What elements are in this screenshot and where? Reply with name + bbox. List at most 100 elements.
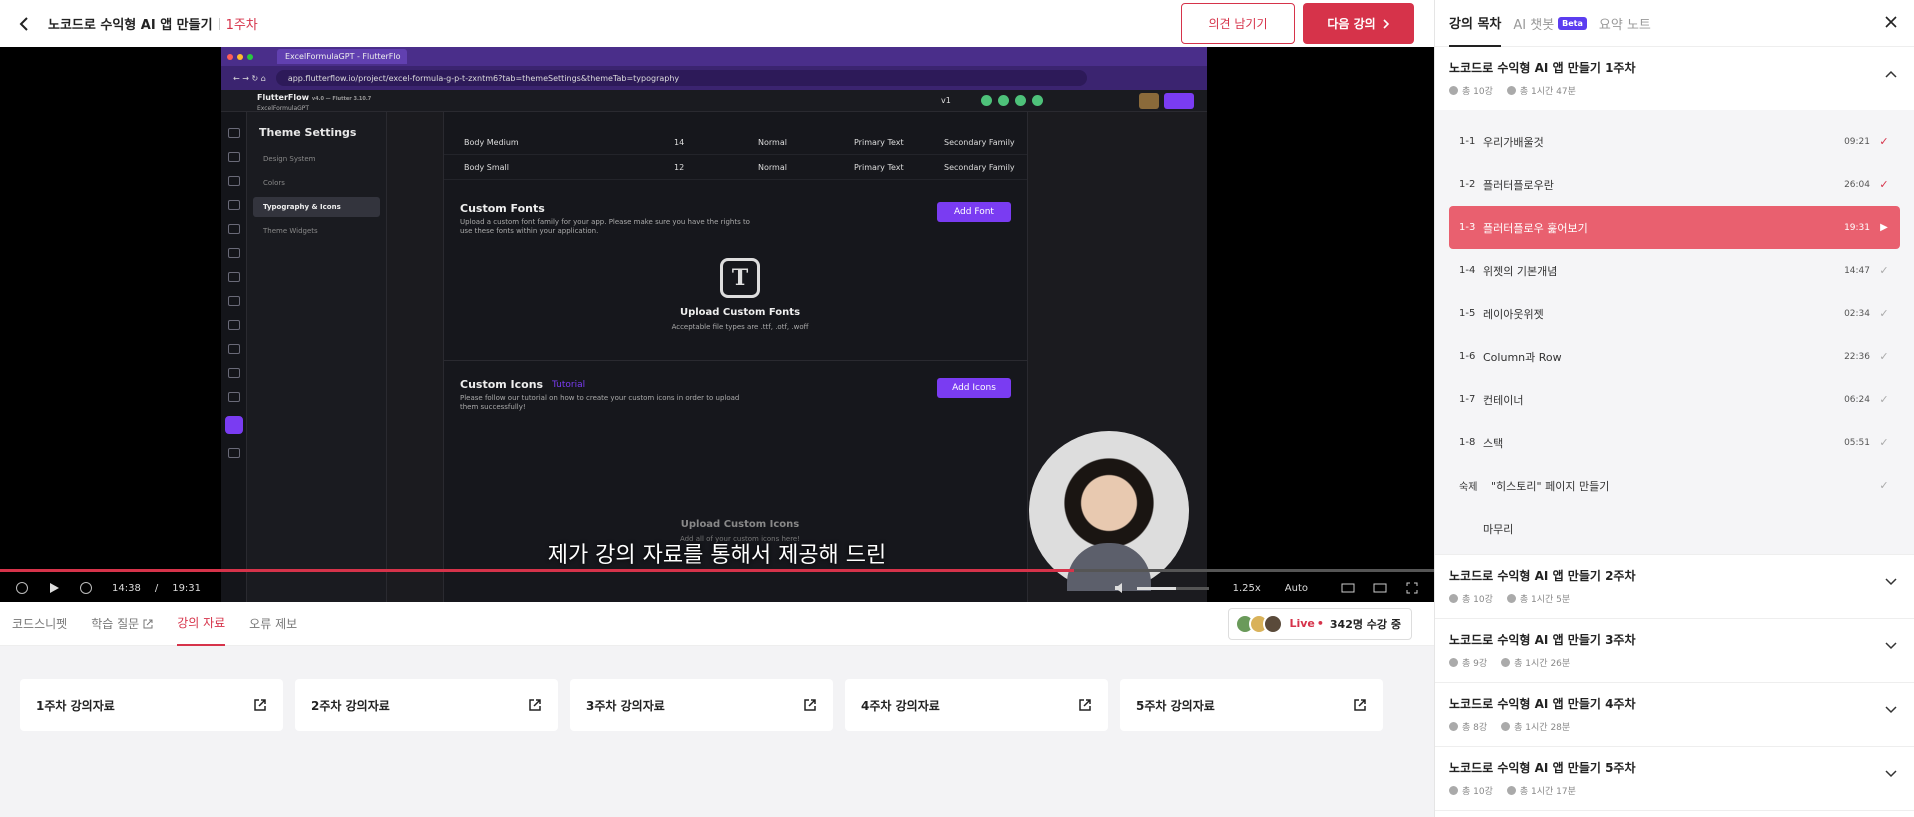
subtitles-icon[interactable]: [1332, 583, 1364, 593]
tab-error-report[interactable]: 오류 제보: [249, 602, 297, 646]
material-title: 4주차 강의자료: [861, 698, 940, 713]
lesson-item[interactable]: 1-8 스택 05:51 ✓: [1449, 421, 1900, 464]
material-card[interactable]: 1주차 강의자료: [20, 679, 283, 731]
close-icon[interactable]: [1884, 14, 1898, 33]
lesson-duration: 22:36: [1844, 351, 1870, 362]
viewer-avatars: [1235, 613, 1284, 634]
lesson-count: 총 9강: [1462, 659, 1488, 669]
material-card[interactable]: 4주차 강의자료: [845, 679, 1108, 731]
video-player[interactable]: ExcelFormulaGPT - FlutterFlo ← → ↻ ⌂ app…: [0, 47, 1434, 602]
week-header[interactable]: 노코드로 수익형 AI 앱 만들기 5주차 총 10강 총 1시간 17분: [1435, 747, 1914, 810]
material-title: 5주차 강의자료: [1136, 698, 1215, 713]
lesson-title: 마무리: [1483, 522, 1514, 536]
lesson-item[interactable]: 1-5 레이아웃위젯 02:34 ✓: [1449, 292, 1900, 335]
speed-selector[interactable]: 1.25x: [1233, 583, 1261, 594]
ff-brand-name: FlutterFlow: [257, 93, 310, 102]
week-label: 1주차: [225, 18, 258, 33]
back-button[interactable]: [0, 0, 48, 47]
fullscreen-icon[interactable]: [1396, 582, 1428, 594]
lesson-item[interactable]: 마무리: [1449, 507, 1900, 550]
rewind-10-icon[interactable]: [6, 581, 38, 595]
check-icon: ✓: [1879, 436, 1889, 449]
window-min-dot: [237, 53, 243, 60]
video-progress-bar[interactable]: [0, 569, 1434, 572]
font-row-family: Secondary Family: [944, 137, 1015, 147]
lesson-item[interactable]: 1-2 플러터플로우란 26:04 ✓: [1449, 163, 1900, 206]
week-header[interactable]: 노코드로 수익형 AI 앱 만들기 3주차 총 9강 총 1시간 26분: [1435, 619, 1914, 682]
week-header[interactable]: 노코드로 수익형 AI 앱 만들기 1주차 총 10강 총 1시간 47분: [1435, 47, 1914, 110]
quality-selector[interactable]: Auto: [1285, 583, 1308, 594]
feedback-button[interactable]: 의견 남기기: [1181, 3, 1295, 44]
add-icons-button: Add Icons: [937, 378, 1011, 398]
lesson-item[interactable]: 1-4 위젯의 기본개념 14:47 ✓: [1449, 249, 1900, 292]
forward-10-icon[interactable]: [70, 581, 102, 595]
custom-fonts-desc: Upload a custom font family for your app…: [460, 218, 750, 235]
lesson-item[interactable]: 1-7 컨테이너 06:24 ✓: [1449, 378, 1900, 421]
add-icons-label: Add Icons: [952, 383, 996, 393]
live-dot: •: [1316, 617, 1324, 630]
ff-main-panel: Body Medium 14 Normal Primary Text Secon…: [443, 112, 1028, 602]
week-header[interactable]: 노코드로 수익형 AI 앱 만들기 4주차 총 8강 총 1시간 28분: [1435, 683, 1914, 746]
external-link-icon: [1354, 699, 1366, 711]
lesson-item[interactable]: 숙제 "히스토리" 페이지 만들기 ✓: [1449, 464, 1900, 507]
add-font-label: Add Font: [954, 207, 994, 217]
lesson-number: 1-1: [1459, 136, 1476, 147]
total-time: 총 1시간 26분: [1514, 659, 1571, 669]
material-card[interactable]: 5주차 강의자료: [1120, 679, 1383, 731]
chevron-left-icon: [19, 16, 28, 31]
lesson-count: 총 10강: [1462, 787, 1493, 797]
text-icon: T: [720, 258, 760, 298]
volume-slider[interactable]: [1136, 586, 1209, 590]
tab-toc[interactable]: 강의 목차: [1449, 0, 1502, 47]
play-icon[interactable]: [38, 582, 70, 594]
lesson-duration: 02:34: [1844, 308, 1870, 319]
live-label: Live: [1289, 617, 1315, 630]
nav-arrows-icon: ← → ↻ ⌂: [233, 73, 266, 83]
chevron-down-icon: [1885, 706, 1897, 714]
ff-version: v4.0 — Flutter 3.10.7: [311, 96, 372, 102]
font-row-family: Secondary Family: [944, 162, 1015, 172]
theme-settings-title: Theme Settings: [259, 126, 357, 139]
total-time: 총 1시간 5분: [1519, 595, 1571, 605]
volume-icon[interactable]: [1105, 582, 1137, 594]
theater-mode-icon[interactable]: [1364, 583, 1396, 593]
tab-ai-chatbot[interactable]: AI 챗봇 Beta: [1513, 0, 1587, 47]
side-typography: Typography & Icons: [253, 197, 380, 217]
side-colors: Colors: [263, 179, 285, 187]
ff-toolbar-icons: [981, 95, 1043, 106]
clock-icon: [1501, 658, 1511, 667]
lesson-item[interactable]: 1-6 Column과 Row 22:36 ✓: [1449, 335, 1900, 378]
play-circle-icon: [1449, 786, 1458, 795]
lesson-item[interactable]: 1-1 우리가배울것 09:21 ✓: [1449, 120, 1900, 163]
next-lecture-button[interactable]: 다음 강의: [1303, 3, 1414, 44]
lesson-number: 숙제: [1459, 482, 1478, 493]
tab-code-snippet[interactable]: 코드스니펫: [12, 602, 67, 646]
tab-label: 코드스니펫: [12, 617, 68, 631]
tab-questions[interactable]: 학습 질문: [91, 602, 153, 646]
external-link-icon: [143, 619, 153, 628]
content-tabs: 코드스니펫 학습 질문 강의 자료 오류 제보 Live • 342명 수강 중: [0, 602, 1434, 646]
video-controls: 14:38 / 19:31 1.25x Auto: [0, 574, 1434, 602]
chevron-down-icon: [1885, 578, 1897, 586]
avatar: [1263, 613, 1284, 634]
tab-label: 요약 노트: [1598, 17, 1651, 33]
tab-materials[interactable]: 강의 자료: [177, 602, 226, 646]
lesson-title: 컨테이너: [1483, 393, 1524, 407]
material-card[interactable]: 3주차 강의자료: [570, 679, 833, 731]
clock-icon: [1506, 594, 1516, 603]
materials-area: 1주차 강의자료 2주차 강의자료 3주차 강의자료 4주차 강의자료 5주차 …: [0, 646, 1434, 817]
lesson-duration: 19:31: [1844, 222, 1870, 233]
curriculum-panel: 강의 목차 AI 챗봇 Beta 요약 노트 노코드로 수익형 AI 앱 만들기 …: [1434, 0, 1914, 817]
lesson-item[interactable]: 1-3 플러터플로우 훑어보기 19:31 ▶: [1449, 206, 1900, 249]
material-card[interactable]: 2주차 강의자료: [295, 679, 558, 731]
custom-icons-desc: Please follow our tutorial on how to cre…: [460, 394, 740, 411]
lesson-duration: 05:51: [1844, 437, 1870, 448]
tab-summary-notes[interactable]: 요약 노트: [1599, 0, 1651, 47]
video-subtitle: 제가 강의 자료를 통해서 제공해 드린: [547, 543, 887, 568]
week-section: 노코드로 수익형 AI 앱 만들기 1주차 총 10강 총 1시간 47분 1-1…: [1435, 47, 1914, 555]
lesson-number: 1-6: [1459, 351, 1476, 362]
tab-label: 오류 제보: [249, 617, 298, 631]
title-divider: [218, 17, 220, 30]
font-row-name: Body Medium: [464, 137, 519, 147]
week-header[interactable]: 노코드로 수익형 AI 앱 만들기 2주차 총 10강 총 1시간 5분: [1435, 555, 1914, 618]
